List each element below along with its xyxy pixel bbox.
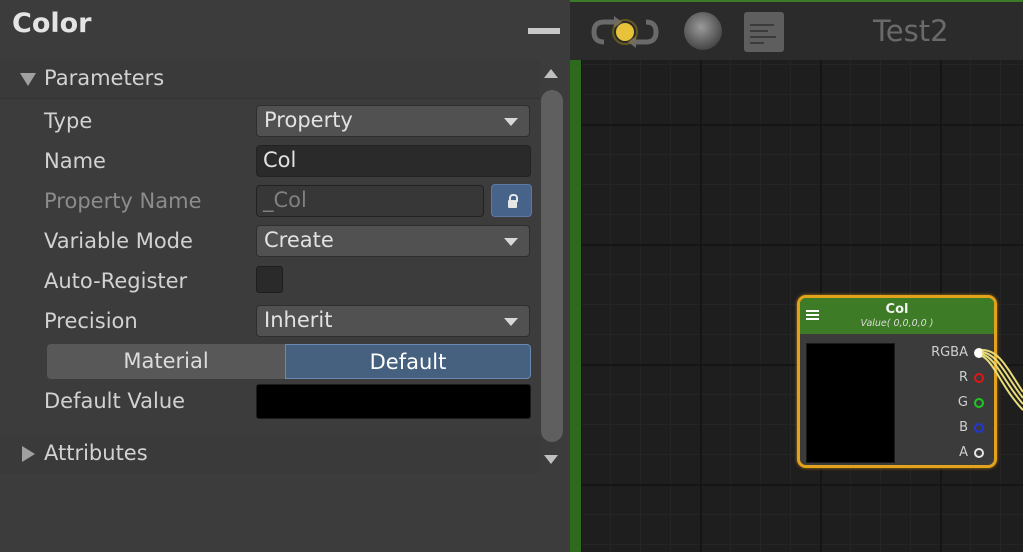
dropdown-caret-icon [504, 118, 518, 126]
type-label: Type [44, 109, 93, 133]
scroll-up-icon[interactable] [544, 69, 558, 78]
default-toggle-button[interactable]: Default [285, 344, 531, 379]
default-value-color-field[interactable] [256, 384, 531, 419]
material-toggle-button[interactable]: Material [47, 344, 285, 379]
type-dropdown[interactable]: Property [256, 105, 530, 137]
name-label: Name [44, 149, 106, 173]
name-value: Col [263, 148, 297, 172]
precision-label: Precision [44, 309, 138, 333]
variable-mode-dropdown[interactable]: Create [256, 225, 530, 257]
property-name-value: _Col [263, 188, 307, 212]
auto-register-label: Auto-Register [44, 269, 188, 293]
dropdown-caret-icon [504, 238, 518, 246]
variable-mode-value: Create [264, 228, 334, 252]
collapse-arrow-icon [22, 446, 35, 462]
material-default-toggle: Material Default [47, 344, 531, 379]
auto-register-checkbox[interactable] [256, 266, 283, 293]
default-value-label: Default Value [44, 389, 186, 413]
name-input[interactable]: Col [256, 145, 531, 177]
scroll-down-icon[interactable] [544, 455, 558, 464]
variable-mode-label: Variable Mode [44, 229, 193, 253]
scrollbar-thumb[interactable] [541, 90, 563, 442]
expand-arrow-icon [20, 73, 36, 86]
type-value: Property [264, 108, 353, 132]
property-name-label: Property Name [44, 189, 202, 213]
precision-dropdown[interactable]: Inherit [256, 305, 530, 337]
property-name-input: _Col [256, 185, 484, 217]
connection-wires[interactable] [570, 0, 1023, 552]
graph-canvas[interactable]: Test2 Col Value( 0,0,0,0 ) RGBA R G B A [570, 0, 1023, 552]
panel-title: Color [12, 8, 92, 39]
minimize-button[interactable] [528, 28, 560, 34]
dropdown-caret-icon [504, 318, 518, 326]
attributes-label: Attributes [44, 441, 148, 465]
parameters-section-header[interactable]: Parameters [0, 60, 540, 99]
lock-button[interactable] [491, 184, 532, 217]
attributes-section-header[interactable]: Attributes [0, 436, 540, 474]
precision-value: Inherit [264, 308, 333, 332]
parameters-label: Parameters [44, 66, 165, 90]
inspector-panel: Color Parameters Type Property Name Col … [0, 0, 570, 552]
